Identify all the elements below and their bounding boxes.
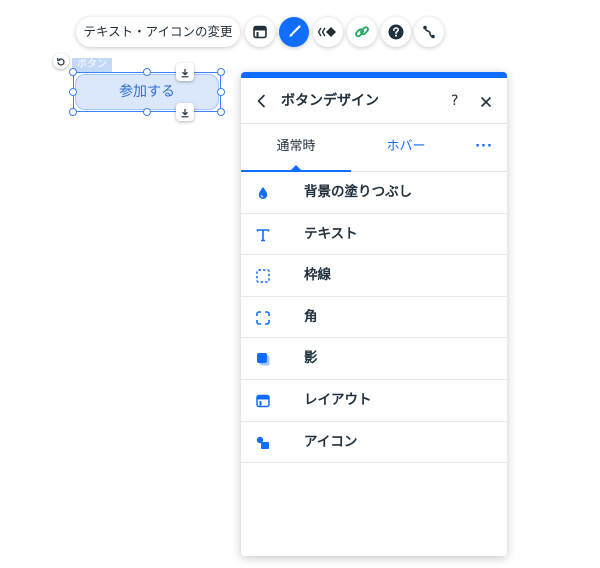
animation-button[interactable] xyxy=(313,17,343,47)
back-icon[interactable] xyxy=(255,93,269,109)
icon-shape-icon xyxy=(255,435,271,451)
list-item-label: 角 xyxy=(304,308,318,325)
list-item-label: 枠線 xyxy=(304,267,331,284)
connect-button[interactable] xyxy=(414,17,444,47)
selection-tag: ボタン xyxy=(72,58,112,72)
animation-icon xyxy=(318,26,338,38)
tab-normal[interactable]: 通常時 xyxy=(241,124,351,170)
active-tab-caret xyxy=(290,165,302,171)
design-options-list: 背景の塗りつぶし テキスト 枠線 角 影 レイアウト アイコン xyxy=(241,172,507,464)
resize-handle-bottom-right[interactable] xyxy=(217,108,225,116)
list-item-border[interactable]: 枠線 xyxy=(241,255,507,297)
resize-handle-top-right[interactable] xyxy=(217,68,225,76)
button-design-panel: ボタンデザイン ? 通常時 ホバー ··· 背景の塗りつぶし テキスト 枠線 角… xyxy=(241,72,507,556)
stretch-top-handle[interactable] xyxy=(176,63,194,81)
download-icon xyxy=(180,103,190,122)
panel-help-button[interactable]: ? xyxy=(451,78,458,124)
layout-icon xyxy=(253,25,267,39)
rotate-icon xyxy=(56,52,66,71)
list-item-corners[interactable]: 角 xyxy=(241,297,507,339)
resize-handle-bottom-left[interactable] xyxy=(69,108,77,116)
resize-handle-bottom[interactable] xyxy=(143,108,151,116)
fill-drop-icon xyxy=(255,185,271,201)
tab-more[interactable]: ··· xyxy=(461,124,507,170)
panel-header: ボタンデザイン ? xyxy=(241,78,507,124)
list-item-fill[interactable]: 背景の塗りつぶし xyxy=(241,172,507,214)
corners-icon xyxy=(255,310,271,326)
design-brush-icon xyxy=(286,24,302,40)
link-button[interactable] xyxy=(347,17,377,47)
change-text-icon-button[interactable]: テキスト・アイコンの変更 xyxy=(76,17,240,47)
tab-hover[interactable]: ホバー xyxy=(351,124,461,170)
panel-title: ボタンデザイン xyxy=(281,93,379,109)
help-button[interactable] xyxy=(381,17,411,47)
download-icon xyxy=(180,63,190,82)
layout-icon xyxy=(255,393,271,409)
layout-button[interactable] xyxy=(245,17,275,47)
state-tabs: 通常時 ホバー ··· xyxy=(241,124,507,172)
rotate-handle[interactable] xyxy=(53,53,69,69)
list-item-layout[interactable]: レイアウト xyxy=(241,380,507,422)
list-item-shadow[interactable]: 影 xyxy=(241,338,507,380)
help-icon xyxy=(388,24,404,40)
stretch-bottom-handle[interactable] xyxy=(176,103,194,121)
list-item-label: アイコン xyxy=(304,433,358,450)
list-item-label: 影 xyxy=(304,350,318,367)
resize-handle-top[interactable] xyxy=(143,68,151,76)
shadow-icon xyxy=(255,351,271,367)
border-icon xyxy=(255,268,271,284)
resize-handle-right[interactable] xyxy=(217,88,225,96)
link-icon xyxy=(354,24,370,40)
resize-handle-left[interactable] xyxy=(69,88,77,96)
list-item-text[interactable]: テキスト xyxy=(241,214,507,256)
list-item-label: テキスト xyxy=(304,225,358,242)
connect-icon xyxy=(421,24,437,40)
list-item-icon[interactable]: アイコン xyxy=(241,422,507,464)
list-item-label: レイアウト xyxy=(304,391,372,408)
canvas-join-button[interactable]: 参加する xyxy=(75,74,219,110)
resize-handle-top-left[interactable] xyxy=(69,68,77,76)
list-item-label: 背景の塗りつぶし xyxy=(304,184,413,200)
close-icon[interactable] xyxy=(479,94,493,108)
design-button[interactable] xyxy=(279,17,309,47)
text-icon xyxy=(255,227,271,243)
